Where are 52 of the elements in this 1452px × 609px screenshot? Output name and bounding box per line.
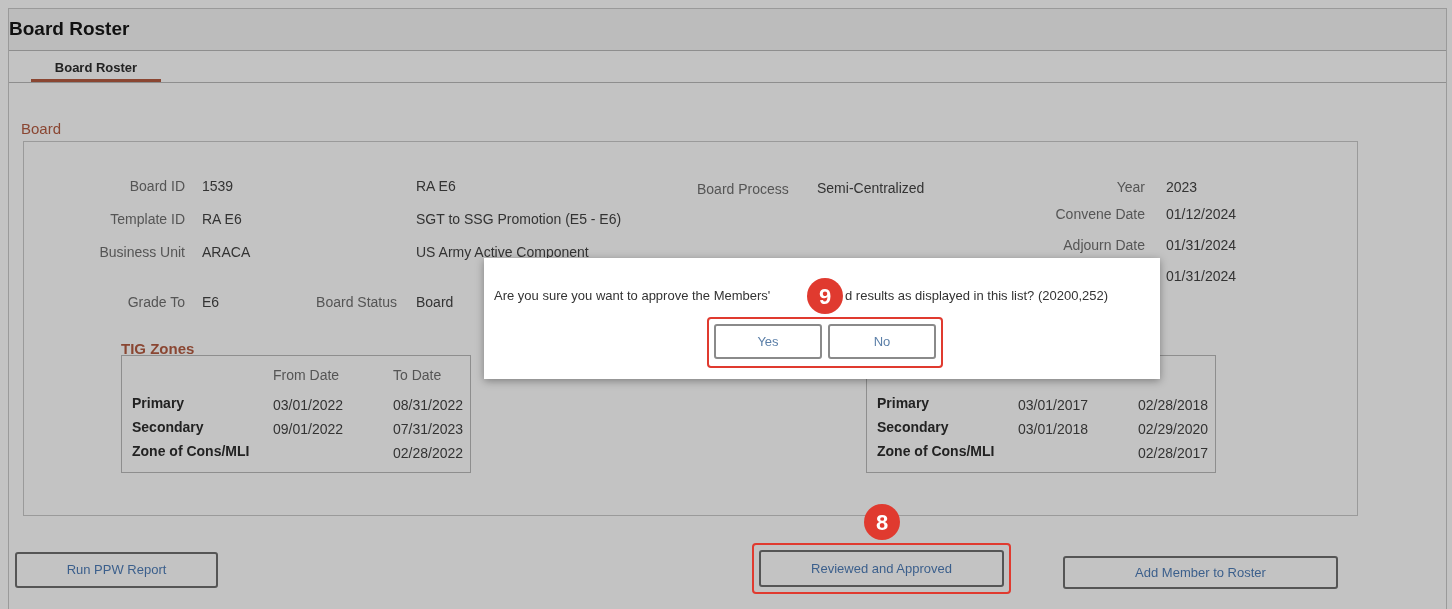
row-label: Zone of Cons/MLI xyxy=(132,442,251,461)
table-cell-text: 08/31/2022 xyxy=(393,396,465,415)
section-title: Board xyxy=(21,121,63,136)
table-cell-text: 02/29/2020 xyxy=(1138,420,1210,439)
column-header: To Date xyxy=(393,366,443,385)
field-label: Convene Date xyxy=(1054,205,1145,224)
group-title: TIG Zones xyxy=(121,342,196,355)
dialog-button[interactable]: No xyxy=(828,324,936,359)
field-value: 2023 xyxy=(1166,177,1198,197)
field-value: 01/31/2024 xyxy=(1166,235,1237,255)
field-value: RA E6 xyxy=(202,210,243,229)
callout-badge: 8 xyxy=(864,504,900,540)
row-label: Primary xyxy=(877,394,931,413)
row-label: Zone of Cons/MLI xyxy=(877,442,996,461)
field-value: ARACA xyxy=(202,243,252,262)
field-value: RA E6 xyxy=(416,177,457,196)
window-title: Board Roster xyxy=(9,17,130,42)
table-cell-text: 03/01/2022 xyxy=(273,396,345,415)
row-label: Secondary xyxy=(877,418,950,437)
field-label: Template ID xyxy=(109,210,185,229)
row-label: Secondary xyxy=(132,418,205,437)
field-value: E6 xyxy=(202,292,221,312)
action-button[interactable]: Reviewed and Approved xyxy=(759,550,1004,587)
field-value: 1539 xyxy=(202,177,235,196)
table-cell-text: 09/01/2022 xyxy=(273,420,345,439)
dialog-message: d results as displayed in this list? (20200,252) xyxy=(845,289,1109,302)
field-label: Adjourn Date xyxy=(1062,235,1145,255)
row-label: Primary xyxy=(132,394,186,413)
table-cell-text: 03/01/2017 xyxy=(1018,396,1090,415)
field-value: Semi-Centralized xyxy=(817,179,925,198)
field-value: SGT to SSG Promotion (E5 - E6) xyxy=(416,210,623,229)
tab[interactable]: Board Roster xyxy=(31,56,161,82)
field-value: 01/31/2024 xyxy=(1166,266,1237,286)
field-label: Year xyxy=(1115,177,1145,197)
action-button[interactable]: Run PPW Report xyxy=(15,552,218,588)
table-cell-text: 07/31/2023 xyxy=(393,420,465,439)
field-value: 01/12/2024 xyxy=(1166,205,1237,224)
field-label: Board Process xyxy=(697,180,790,199)
field-label: Board ID xyxy=(128,177,185,196)
field-label: Grade To xyxy=(126,292,185,312)
table-cell-text: 03/01/2018 xyxy=(1018,420,1090,439)
field-value: US Army Active Component xyxy=(416,243,590,262)
table-cell-text: 02/28/2022 xyxy=(393,444,465,463)
table-cell-text: 02/28/2018 xyxy=(1138,396,1210,415)
table-cell-text: 02/28/2017 xyxy=(1138,444,1210,463)
action-button[interactable]: Add Member to Roster xyxy=(1063,556,1338,589)
field-label: Business Unit xyxy=(98,243,185,262)
column-header: From Date xyxy=(273,366,341,385)
dialog-message: Are you sure you want to approve the Members' xyxy=(494,288,771,303)
field-value: Board xyxy=(416,292,454,312)
field-label: Board Status xyxy=(315,292,397,312)
dialog-button[interactable]: Yes xyxy=(714,324,822,359)
